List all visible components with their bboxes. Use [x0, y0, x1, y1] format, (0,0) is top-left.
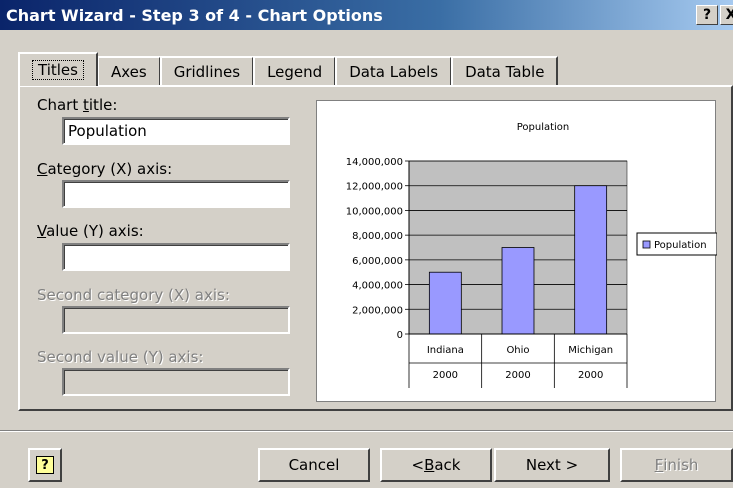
- tab-data-labels[interactable]: Data Labels: [335, 56, 453, 86]
- button-separator: [0, 430, 733, 432]
- help-button[interactable]: ?: [28, 448, 62, 482]
- chart-title-field[interactable]: Population: [62, 117, 290, 145]
- y-tick-label: 4,000,000: [352, 281, 403, 292]
- next-button[interactable]: Next >: [494, 448, 610, 482]
- category-axis-field[interactable]: [62, 180, 290, 208]
- x-sublabel: 2000: [433, 370, 458, 381]
- chart-title-label: Chart title:: [37, 96, 118, 114]
- finish-button: Finish: [620, 448, 733, 482]
- value-axis-field[interactable]: [62, 243, 290, 271]
- tab-axes[interactable]: Axes: [96, 56, 161, 86]
- help-icon: ?: [36, 456, 54, 474]
- tab-legend[interactable]: Legend: [253, 56, 337, 86]
- category-axis-label: Category (X) axis:: [37, 160, 173, 178]
- x-tick-label: Ohio: [506, 345, 529, 356]
- title-bar: Chart Wizard - Step 3 of 4 - Chart Optio…: [0, 0, 733, 30]
- cancel-button[interactable]: Cancel: [258, 448, 370, 482]
- close-title-button[interactable]: X: [720, 5, 733, 25]
- bar: [501, 247, 535, 335]
- chart-title: Population: [517, 122, 570, 133]
- y-tick-label: 12,000,000: [346, 182, 403, 193]
- second-value-axis-label: Second value (Y) axis:: [37, 348, 204, 366]
- help-title-button[interactable]: ?: [696, 5, 718, 25]
- x-tick-label: Indiana: [427, 345, 464, 356]
- y-tick-label: 8,000,000: [352, 231, 403, 242]
- legend-label: Population: [654, 240, 707, 251]
- bar: [574, 185, 608, 335]
- window-title: Chart Wizard - Step 3 of 4 - Chart Optio…: [6, 5, 383, 25]
- x-tick-label: Michigan: [568, 345, 613, 356]
- y-tick-label: 2,000,000: [352, 305, 403, 316]
- tab-data-table[interactable]: Data Table: [451, 56, 559, 86]
- y-tick-label: 6,000,000: [352, 256, 403, 267]
- tab-titles[interactable]: Titles: [18, 52, 98, 86]
- chart-svg: Population 14,000,000 12,000,000 10,000,000…: [346, 122, 718, 388]
- second-category-axis-label: Second category (X) axis:: [37, 286, 230, 304]
- bar: [428, 271, 462, 335]
- second-category-axis-field: [62, 306, 290, 334]
- y-tick-label: 0: [397, 330, 403, 341]
- tab-gridlines[interactable]: Gridlines: [159, 56, 255, 86]
- y-tick-label: 10,000,000: [346, 206, 403, 217]
- x-sublabel: 2000: [505, 370, 530, 381]
- back-button[interactable]: < Back: [380, 448, 492, 482]
- x-sublabel: 2000: [578, 370, 603, 381]
- chart-preview: Population 14,000,000 12,000,000 10,000,000…: [316, 100, 718, 402]
- tab-strip: Titles Axes Gridlines Legend Data Labels…: [18, 52, 559, 86]
- y-tick-label: 14,000,000: [346, 157, 403, 168]
- legend-swatch: [642, 240, 651, 249]
- second-value-axis-field: [62, 368, 290, 396]
- value-axis-label: Value (Y) axis:: [37, 222, 144, 240]
